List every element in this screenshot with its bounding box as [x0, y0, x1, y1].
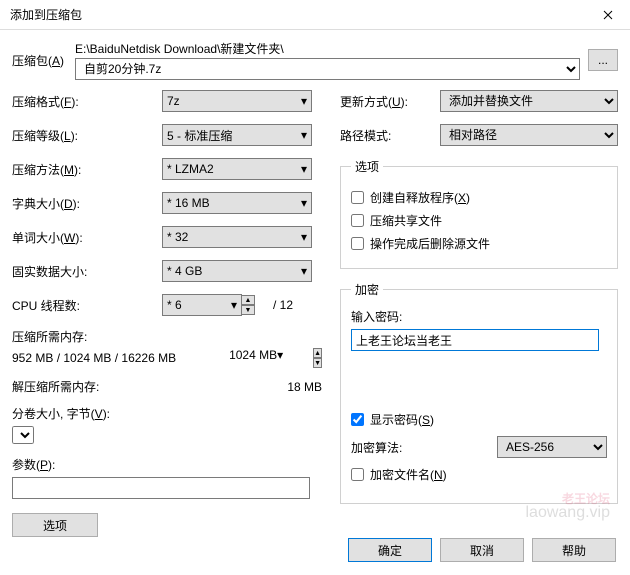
word-label: 单词大小(W):: [12, 229, 162, 246]
show-password-label: 显示密码(S): [370, 411, 434, 428]
method-select[interactable]: * LZMA2▾: [162, 158, 312, 180]
word-select[interactable]: * 32▾: [162, 226, 312, 248]
options-legend: 选项: [351, 158, 383, 175]
split-select[interactable]: [12, 426, 34, 444]
close-button[interactable]: [586, 0, 630, 30]
sfx-label: 创建自释放程序(X): [370, 189, 470, 206]
options-fieldset: 选项 创建自释放程序(X) 压缩共享文件 操作完成后删除源文件: [340, 158, 618, 269]
dict-select[interactable]: * 16 MB▾: [162, 192, 312, 214]
show-password-checkbox[interactable]: [351, 413, 364, 426]
shared-checkbox[interactable]: [351, 214, 364, 227]
method-label: 压缩方法(M):: [12, 161, 162, 178]
dict-label: 字典大小(D):: [12, 195, 162, 212]
encrypt-legend: 加密: [351, 281, 383, 298]
pathmode-select[interactable]: 相对路径: [440, 124, 618, 146]
update-select[interactable]: 添加并替换文件: [440, 90, 618, 112]
update-label: 更新方式(U):: [340, 93, 440, 110]
format-select[interactable]: 7z▾: [162, 90, 312, 112]
ok-button[interactable]: 确定: [348, 538, 432, 562]
cancel-button[interactable]: 取消: [440, 538, 524, 562]
params-label: 参数(P):: [12, 456, 322, 473]
cpu-select[interactable]: * 6▾: [162, 294, 242, 316]
mem-decomp-label: 解压缩所需内存:: [12, 378, 99, 395]
delete-after-label: 操作完成后删除源文件: [370, 235, 490, 252]
delete-after-checkbox[interactable]: [351, 237, 364, 250]
shared-label: 压缩共享文件: [370, 212, 442, 229]
level-select[interactable]: 5 - 标准压缩▾: [162, 124, 312, 146]
archive-label: 压缩包(A): [12, 52, 67, 69]
cpu-label: CPU 线程数:: [12, 297, 162, 314]
archive-filename-select[interactable]: 自剪20分钟.7z: [75, 58, 580, 80]
sfx-checkbox[interactable]: [351, 191, 364, 204]
pathmode-label: 路径模式:: [340, 127, 440, 144]
close-icon: [603, 10, 613, 20]
password-label: 输入密码:: [351, 308, 607, 325]
dialog-button-bar: 确定 取消 帮助: [0, 533, 630, 567]
solid-select[interactable]: * 4 GB▾: [162, 260, 312, 282]
mem-decomp-value: 18 MB: [287, 380, 322, 394]
solid-label: 固实数据大小:: [12, 263, 162, 280]
title-bar: 添加到压缩包: [0, 0, 630, 30]
archive-path: E:\BaiduNetdisk Download\新建文件夹\: [75, 40, 580, 57]
mem-comp-spinner[interactable]: ▲▼: [313, 348, 322, 368]
alg-label: 加密算法:: [351, 439, 419, 456]
password-input[interactable]: [351, 329, 599, 351]
mem-comp-label: 压缩所需内存:: [12, 328, 322, 345]
window-title: 添加到压缩包: [10, 6, 82, 23]
cpu-spinner[interactable]: ▲▼: [241, 295, 255, 315]
watermark: 老王论坛 laowang.vip: [526, 493, 611, 521]
help-button[interactable]: 帮助: [532, 538, 616, 562]
format-label: 压缩格式(F):: [12, 93, 162, 110]
split-label: 分卷大小, 字节(V):: [12, 405, 322, 422]
encrypt-names-checkbox[interactable]: [351, 468, 364, 481]
encrypt-fieldset: 加密 输入密码: 显示密码(S) 加密算法: AES-256 加密文件名(N): [340, 281, 618, 504]
level-label: 压缩等级(L):: [12, 127, 162, 144]
alg-select[interactable]: AES-256: [497, 436, 607, 458]
encrypt-names-label: 加密文件名(N): [370, 466, 447, 483]
params-input[interactable]: [12, 477, 310, 499]
mem-comp-select[interactable]: 1024 MB▾: [229, 348, 313, 368]
cpu-total: / 12: [261, 298, 293, 312]
browse-button[interactable]: ...: [588, 49, 618, 71]
mem-comp-detail: 952 MB / 1024 MB / 16226 MB: [12, 351, 176, 365]
